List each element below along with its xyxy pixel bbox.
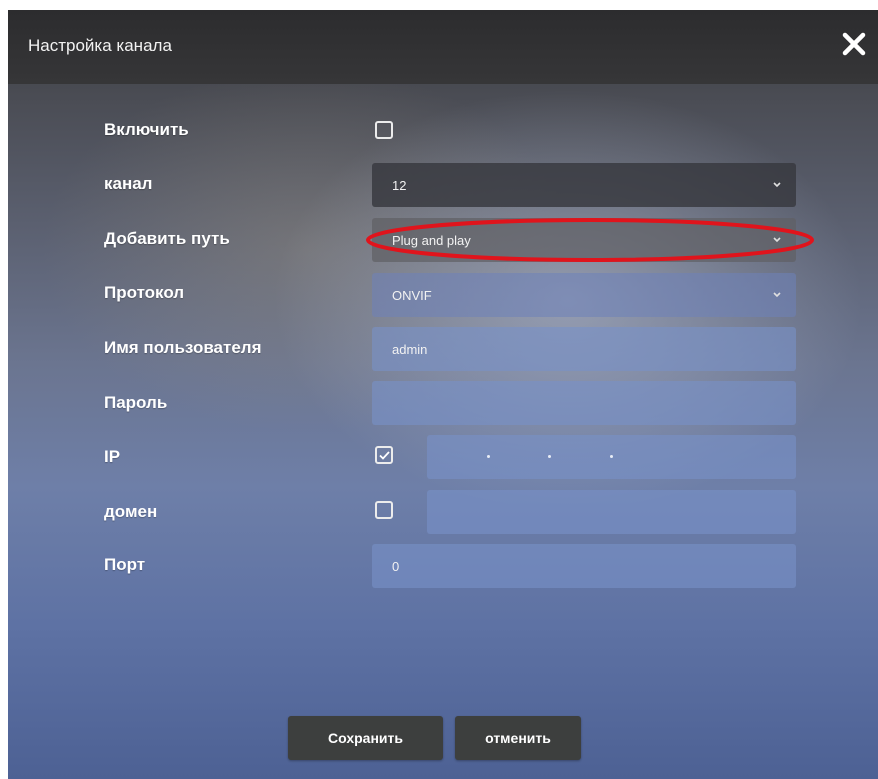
ip-separator: [548, 455, 551, 458]
channel-value: 12: [392, 177, 407, 193]
enable-checkbox[interactable]: [375, 121, 393, 139]
port-label: Порт: [104, 555, 146, 574]
enable-label: Включить: [104, 120, 189, 139]
add-path-value: Plug and play: [392, 232, 471, 248]
password-label: Пароль: [104, 393, 168, 412]
port-input[interactable]: 0: [372, 544, 796, 588]
password-input[interactable]: [372, 381, 796, 425]
dialog-titlebar: Настройка канала: [8, 10, 878, 84]
protocol-value: ONVIF: [392, 287, 432, 303]
ip-separator: [610, 455, 613, 458]
channel-label: канал: [104, 174, 153, 193]
channel-select[interactable]: 12: [372, 163, 796, 207]
add-path-label: Добавить путь: [104, 229, 230, 248]
checkmark-icon: [379, 451, 390, 460]
ip-separator: [487, 455, 490, 458]
chevron-down-icon: [772, 181, 782, 189]
username-value: admin: [392, 341, 428, 357]
close-icon: [842, 32, 866, 56]
domain-label: домен: [104, 502, 158, 521]
domain-checkbox[interactable]: [375, 501, 393, 519]
protocol-select[interactable]: ONVIF: [372, 273, 796, 317]
ip-address-input[interactable]: [427, 435, 796, 479]
chevron-down-icon: [772, 291, 782, 299]
cancel-button[interactable]: отменить: [455, 716, 581, 760]
protocol-label: Протокол: [104, 283, 185, 302]
channel-settings-dialog: Настройка канала Включить канал 12 Добав…: [8, 10, 878, 779]
port-value: 0: [392, 558, 400, 574]
ip-checkbox[interactable]: [375, 446, 393, 464]
ip-label: IP: [104, 447, 121, 466]
domain-input[interactable]: [427, 490, 796, 534]
save-button[interactable]: Сохранить: [288, 716, 443, 760]
chevron-down-icon: [772, 236, 782, 244]
dialog-title: Настройка канала: [28, 36, 172, 55]
username-label: Имя пользователя: [104, 338, 262, 357]
username-input[interactable]: admin: [372, 327, 796, 371]
close-button[interactable]: [836, 26, 872, 62]
add-path-select[interactable]: Plug and play: [372, 218, 796, 262]
